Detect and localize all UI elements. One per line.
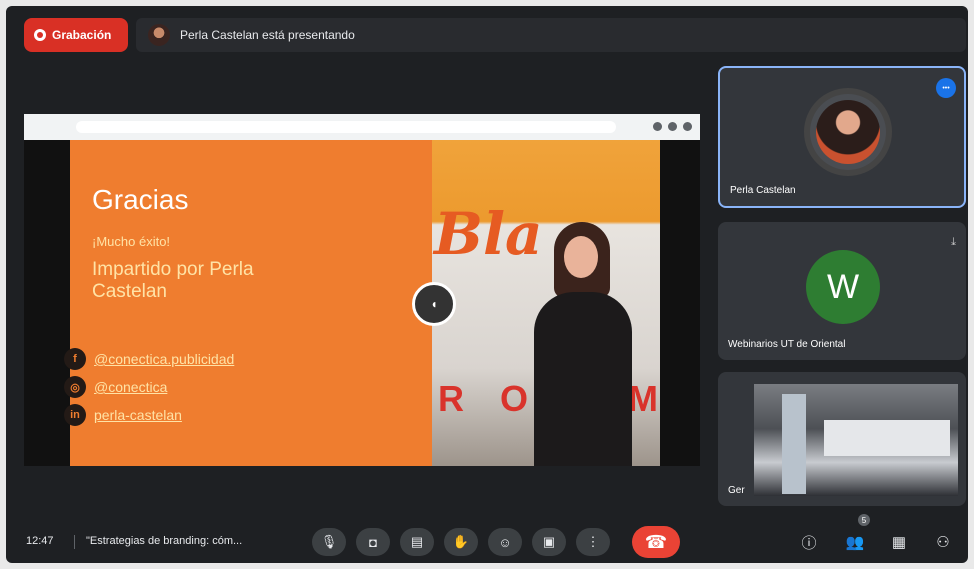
participant-tile-webinarios[interactable]: ⤓ W Webinarios UT de Oriental	[718, 222, 966, 360]
linkedin-icon: in	[64, 404, 86, 426]
slide-presented-by: Impartido por Perla Castelan	[92, 259, 254, 302]
captions-button[interactable]: ▤	[400, 528, 434, 556]
social-facebook-handle: @conectica.publicidad	[94, 351, 235, 367]
speaker-photo	[528, 222, 638, 466]
chat-icon: ▦	[891, 534, 907, 551]
room-letter: R	[438, 378, 464, 419]
meet-window: Grabación Perla Castelan está presentand…	[6, 6, 968, 563]
speaking-indicator-icon: •••	[936, 78, 956, 98]
facebook-icon: f	[64, 348, 86, 370]
microphone-button[interactable]: 🎙	[312, 528, 346, 556]
present-screen-icon: ▣	[542, 534, 556, 549]
social-facebook: f @conectica.publicidad	[64, 348, 234, 370]
participant-tile-perla[interactable]: ••• Perla Castelan	[718, 66, 966, 208]
participant-tile-ger[interactable]: Ger	[718, 372, 966, 506]
instagram-icon: ◎	[64, 376, 86, 398]
chat-button[interactable]: ▦	[886, 528, 912, 556]
meeting-title: "Estrategias de branding: cóm...	[86, 535, 243, 547]
participant-name: Ger	[728, 485, 745, 496]
raise-hand-button[interactable]: ✋	[444, 528, 478, 556]
social-instagram: ◎ @conectica	[64, 376, 167, 398]
record-icon	[34, 29, 46, 41]
clock: 12:47	[26, 535, 54, 547]
bottom-toolbar: 12:47 "Estrategias de branding: cóm... 🎙…	[6, 514, 968, 563]
presenting-text: Perla Castelan está presentando	[180, 28, 355, 42]
activities-icon: ⚇	[936, 534, 950, 551]
camera-button[interactable]: ◘	[356, 528, 390, 556]
browser-extension-icon	[653, 122, 662, 131]
shared-screen: Gracias ¡Mucho éxito! Impartido por Perl…	[24, 114, 700, 466]
people-icon: 👥	[845, 534, 865, 551]
slide-photo: Bla R O O M	[432, 140, 660, 466]
shared-browser-icons	[653, 122, 692, 131]
avatar: W	[806, 250, 880, 324]
meeting-details-button[interactable]: ⓘ	[796, 528, 822, 556]
avatar	[810, 94, 886, 170]
microphone-icon: 🎙	[320, 534, 338, 549]
more-vert-icon: ⋮	[586, 534, 600, 549]
browser-extension-icon	[668, 122, 677, 131]
social-linkedin-handle: perla-castelan	[94, 407, 182, 423]
social-linkedin: in perla-castelan	[64, 404, 182, 426]
activities-button[interactable]: ⚇	[930, 528, 956, 556]
camera-icon: ◘	[369, 534, 377, 550]
divider	[74, 535, 75, 549]
recording-button[interactable]: Grabación	[24, 18, 128, 52]
present-button[interactable]: ▣	[532, 528, 566, 556]
captions-icon: ▤	[410, 534, 424, 549]
reactions-button[interactable]: ☺	[488, 528, 522, 556]
info-icon: ⓘ	[801, 534, 817, 552]
hand-icon: ✋	[452, 534, 470, 549]
shared-browser-url-bar	[76, 121, 616, 133]
shared-browser-toolbar	[24, 114, 700, 140]
presenter-avatar	[148, 24, 170, 46]
participant-video	[754, 384, 958, 496]
end-call-button[interactable]: ☎	[632, 526, 680, 558]
recording-label: Grabación	[52, 28, 112, 42]
participant-name: Webinarios UT de Oriental	[728, 339, 846, 350]
presenter-pointer-icon: ◖	[412, 282, 456, 326]
room-letter: O	[499, 378, 528, 419]
presenting-banner: Perla Castelan está presentando	[136, 18, 966, 52]
slide-subtitle: ¡Mucho éxito!	[92, 234, 171, 249]
emoji-icon: ☺	[498, 534, 512, 550]
social-instagram-handle: @conectica	[94, 379, 168, 395]
more-options-button[interactable]: ⋮	[576, 528, 610, 556]
photo-sign-text: Bla	[434, 200, 543, 268]
phone-hangup-icon: ☎	[644, 531, 668, 552]
slide-title: Gracias	[92, 184, 189, 215]
mic-muted-icon: ⤓	[951, 236, 956, 248]
people-button[interactable]: 👥	[842, 528, 868, 556]
participant-count-badge: 5	[858, 514, 870, 526]
browser-profile-icon	[683, 122, 692, 131]
participant-name: Perla Castelan	[730, 185, 796, 196]
